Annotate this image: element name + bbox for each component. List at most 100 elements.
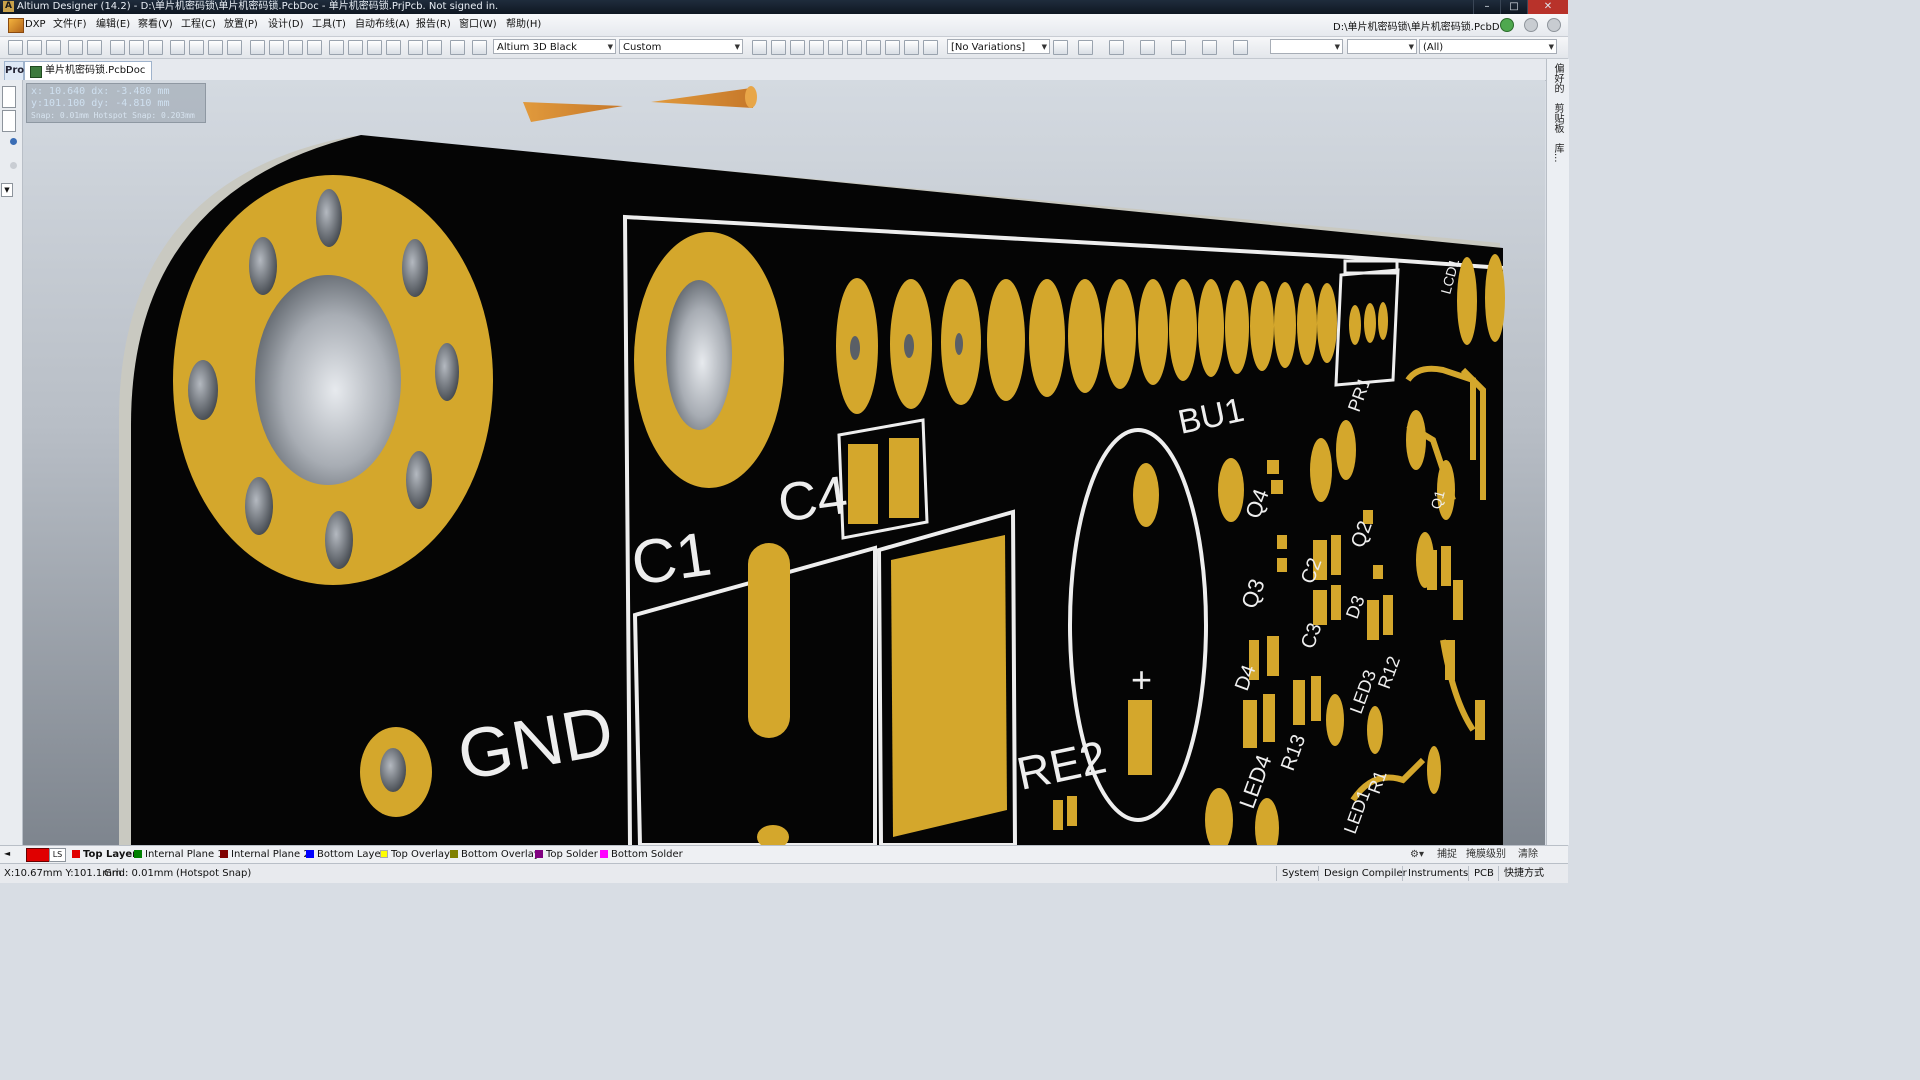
pcb-document-tab[interactable]: 单片机密码锁.PcbDoc bbox=[24, 61, 153, 80]
panel-pin-button[interactable] bbox=[2, 86, 16, 108]
panel-toggle-button[interactable] bbox=[2, 110, 16, 132]
mask-level-button[interactable]: 掩膜级别 bbox=[1466, 848, 1506, 861]
menu-view[interactable]: 察看(V) bbox=[138, 18, 173, 32]
layer-tab-top-layer[interactable]: Top Layer bbox=[70, 848, 137, 861]
align-icon[interactable] bbox=[1078, 40, 1093, 55]
room-icon[interactable] bbox=[1140, 40, 1155, 55]
place-via-icon[interactable] bbox=[828, 40, 843, 55]
selection-filter-select[interactable]: ▼ bbox=[1270, 39, 1343, 54]
place-component-icon[interactable] bbox=[923, 40, 938, 55]
menu-edit[interactable]: 编辑(E) bbox=[96, 18, 130, 32]
maximize-button[interactable]: □ bbox=[1500, 0, 1527, 14]
snap-button[interactable]: 捕捉 bbox=[1437, 848, 1457, 861]
menu-place[interactable]: 放置(P) bbox=[224, 18, 258, 32]
layer-set-label[interactable]: LS bbox=[49, 848, 66, 862]
back-icon[interactable] bbox=[1500, 18, 1514, 32]
layer-tab-bottom-layer[interactable]: Bottom Layer bbox=[304, 848, 385, 861]
libraries-panel-tab[interactable]: 库... bbox=[1551, 143, 1565, 163]
interactive-route-icon[interactable] bbox=[752, 40, 767, 55]
copy-icon[interactable] bbox=[269, 40, 284, 55]
radio-icon[interactable] bbox=[10, 138, 17, 145]
dxp-icon[interactable] bbox=[8, 18, 24, 33]
move-icon[interactable] bbox=[348, 40, 363, 55]
browse-component-icon[interactable] bbox=[472, 40, 487, 55]
bu1-square-pad bbox=[1128, 700, 1152, 775]
layer-tab-bottom-overlay[interactable]: Bottom Overlay bbox=[448, 848, 540, 861]
differential-pair-icon[interactable] bbox=[771, 40, 786, 55]
layer-tab-internal-plane-1[interactable]: Internal Plane 1 bbox=[132, 848, 224, 861]
menu-design[interactable]: 设计(D) bbox=[268, 18, 304, 32]
close-button[interactable]: ✕ bbox=[1527, 0, 1568, 14]
clipboard-panel-tab[interactable]: 剪贴板 bbox=[1551, 103, 1565, 133]
projects-panel-tab[interactable]: Pro bbox=[4, 61, 24, 81]
paste-icon[interactable] bbox=[288, 40, 303, 55]
union-icon[interactable] bbox=[1202, 40, 1217, 55]
multi-route-icon[interactable] bbox=[790, 40, 805, 55]
rubber-stamp-icon[interactable] bbox=[307, 40, 322, 55]
print-icon[interactable] bbox=[68, 40, 83, 55]
menu-dxp[interactable]: DXP bbox=[25, 18, 46, 32]
all-filter-select[interactable]: (All) ▼ bbox=[1419, 39, 1557, 54]
pcb-3d-viewport[interactable]: C1 C4 GND BU1 RE2 PR1 LCD1 Q1 Q2 Q3 Q4 C… bbox=[23, 80, 1545, 845]
place-polygon-icon[interactable] bbox=[885, 40, 900, 55]
layer-tab-label: Bottom Overlay bbox=[461, 849, 540, 860]
cross-probe-icon[interactable] bbox=[450, 40, 465, 55]
instruments-panel-button[interactable]: Instruments bbox=[1402, 866, 1473, 881]
dimension-icon[interactable] bbox=[1171, 40, 1186, 55]
variant-manager-icon[interactable] bbox=[1053, 40, 1068, 55]
radio-icon[interactable] bbox=[10, 162, 17, 169]
print-preview-icon[interactable] bbox=[87, 40, 102, 55]
menu-project[interactable]: 工程(C) bbox=[181, 18, 216, 32]
select-area-icon[interactable] bbox=[329, 40, 344, 55]
document-path-dropdown[interactable]: D:\单片机密码锁\单片机密码锁.PcbD ▾ bbox=[1333, 18, 1508, 33]
minimize-button[interactable]: – bbox=[1473, 0, 1500, 14]
cut-icon[interactable] bbox=[250, 40, 265, 55]
view-configuration-select[interactable]: Altium 3D Black ▼ bbox=[493, 39, 616, 54]
save-icon[interactable] bbox=[46, 40, 61, 55]
home-icon[interactable] bbox=[1547, 18, 1561, 32]
menu-tools[interactable]: 工具(T) bbox=[312, 18, 346, 32]
menu-autoroute[interactable]: 自动布线(A) bbox=[355, 18, 410, 32]
place-pad-icon[interactable] bbox=[809, 40, 824, 55]
new-file-icon[interactable] bbox=[8, 40, 23, 55]
clear-filter-icon[interactable] bbox=[386, 40, 401, 55]
layer-stack-icon[interactable] bbox=[110, 40, 125, 55]
scroll-left-icon[interactable]: ◄ bbox=[4, 848, 13, 860]
favorites-panel-tab[interactable]: 偏好的 bbox=[1551, 63, 1565, 93]
grid-icon[interactable] bbox=[1233, 40, 1248, 55]
open-file-icon[interactable] bbox=[27, 40, 42, 55]
menu-reports[interactable]: 报告(R) bbox=[416, 18, 451, 32]
zoom-fit-icon[interactable] bbox=[170, 40, 185, 55]
zoom-area-icon[interactable] bbox=[189, 40, 204, 55]
clear-button[interactable]: 清除 bbox=[1518, 848, 1538, 861]
board-view-icon[interactable] bbox=[129, 40, 144, 55]
current-layer-swatch[interactable] bbox=[26, 848, 50, 862]
undo-icon[interactable] bbox=[408, 40, 423, 55]
design-compiler-panel-button[interactable]: Design Compiler bbox=[1318, 866, 1412, 881]
menu-help[interactable]: 帮助(H) bbox=[506, 18, 541, 32]
menu-file[interactable]: 文件(F) bbox=[53, 18, 87, 32]
class-filter-select[interactable]: ▼ bbox=[1347, 39, 1417, 54]
open-folder-icon[interactable] bbox=[148, 40, 163, 55]
zoom-filter-icon[interactable] bbox=[227, 40, 242, 55]
redo-icon[interactable] bbox=[427, 40, 442, 55]
layer-tab-top-overlay[interactable]: Top Overlay bbox=[378, 848, 450, 861]
forward-icon[interactable] bbox=[1524, 18, 1538, 32]
snap-options-icon[interactable]: ⚙▾ bbox=[1410, 848, 1424, 861]
layer-tab-internal-plane-2[interactable]: Internal Plane 2 bbox=[218, 848, 310, 861]
layer-tab-bottom-solder[interactable]: Bottom Solder bbox=[598, 848, 683, 861]
find-similar-icon[interactable] bbox=[1109, 40, 1124, 55]
deselect-icon[interactable] bbox=[367, 40, 382, 55]
dropdown-arrow-icon[interactable]: ▼ bbox=[1, 183, 13, 197]
menu-window[interactable]: 窗口(W) bbox=[459, 18, 497, 32]
pcb-3d-scene: C1 C4 GND BU1 RE2 PR1 LCD1 Q1 Q2 Q3 Q4 C… bbox=[23, 80, 1545, 845]
variations-select[interactable]: [No Variations] ▼ bbox=[947, 39, 1050, 54]
place-arc-icon[interactable] bbox=[847, 40, 862, 55]
place-string-icon[interactable] bbox=[904, 40, 919, 55]
place-fill-icon[interactable] bbox=[866, 40, 881, 55]
zoom-selected-icon[interactable] bbox=[208, 40, 223, 55]
layer-tab-top-solder[interactable]: Top Solder bbox=[533, 848, 598, 861]
shortcuts-panel-button[interactable]: 快捷方式 bbox=[1498, 866, 1549, 881]
pcb-panel-button[interactable]: PCB bbox=[1468, 866, 1499, 881]
custom-select[interactable]: Custom ▼ bbox=[619, 39, 743, 54]
